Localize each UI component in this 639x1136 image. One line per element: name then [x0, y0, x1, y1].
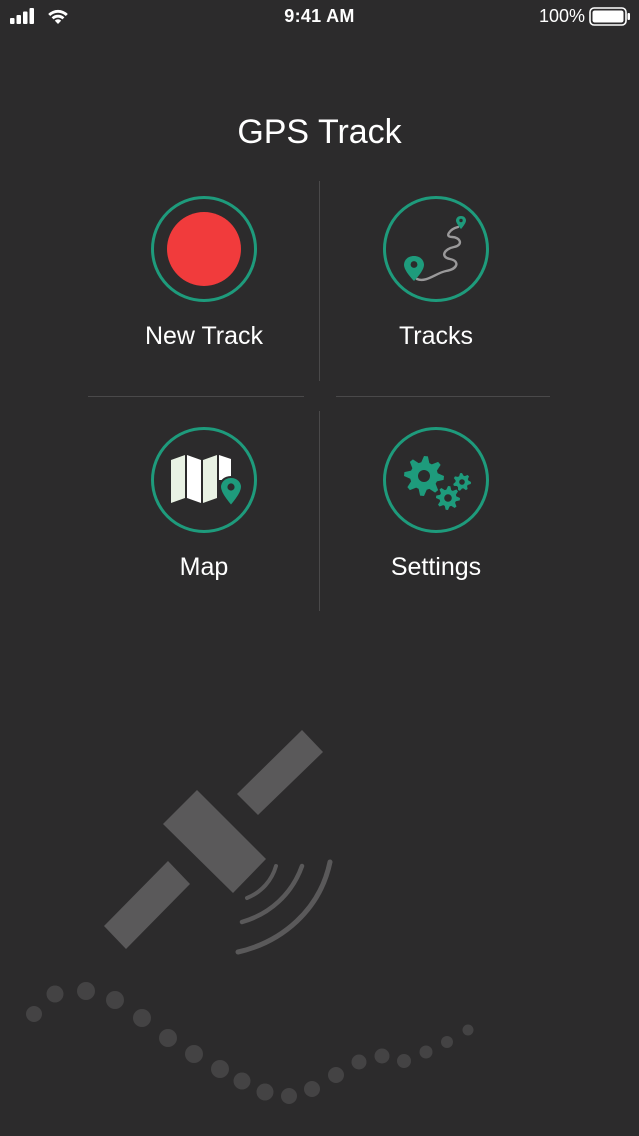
settings-label: Settings [390, 553, 482, 581]
trail-dot [159, 1029, 177, 1047]
map-icon-ring [151, 427, 257, 533]
gear-medium-icon-hole [444, 494, 452, 502]
trail-dot [441, 1036, 453, 1048]
map-button[interactable]: Map [89, 427, 319, 637]
grid-divider-vertical-top [319, 181, 320, 381]
battery-percent: 100% [538, 6, 585, 26]
settings-button[interactable]: Settings [321, 427, 551, 637]
trail-dot [185, 1045, 203, 1063]
tracks-button[interactable]: Tracks [321, 196, 551, 406]
trail-dot [328, 1067, 344, 1083]
trail-dot [211, 1060, 229, 1078]
trail-dot [256, 1083, 274, 1101]
tracks-label: Tracks [398, 322, 474, 350]
trail-dot [462, 1024, 474, 1036]
trail-dot [351, 1054, 367, 1070]
trail-dot [419, 1045, 433, 1059]
trail-dot [26, 1006, 42, 1022]
trail-dot [281, 1088, 297, 1104]
trail-dot [374, 1048, 390, 1064]
grid-divider-vertical-bottom [319, 411, 320, 611]
trail-dot [397, 1054, 411, 1068]
battery-icon [589, 7, 630, 26]
home-screen: 9:41 AM 100% GPS Track New Track Tracks … [0, 0, 639, 1136]
trail-dot [46, 985, 64, 1003]
satellite-illustration [26, 730, 474, 1104]
trail-dot [233, 1072, 251, 1090]
gear-small-icon-hole [459, 479, 465, 485]
record-icon [167, 212, 241, 286]
gear-large-icon-hole [418, 470, 430, 482]
tracks-icon-ring [383, 196, 489, 302]
map-label: Map [179, 553, 229, 581]
route-icon [404, 216, 466, 282]
trail-dot [304, 1081, 320, 1097]
new-track-button[interactable]: New Track [89, 196, 319, 406]
trail-dot [77, 982, 95, 1000]
gears-icon [404, 456, 471, 510]
app-title: GPS Track [237, 113, 402, 151]
settings-icon-ring [383, 427, 489, 533]
status-bar: 9:41 AM 100% [0, 0, 639, 34]
new-track-icon-ring [151, 196, 257, 302]
trail-dot [106, 991, 124, 1009]
new-track-label: New Track [144, 322, 264, 350]
trail-dot [133, 1009, 151, 1027]
map-icon [171, 455, 244, 508]
